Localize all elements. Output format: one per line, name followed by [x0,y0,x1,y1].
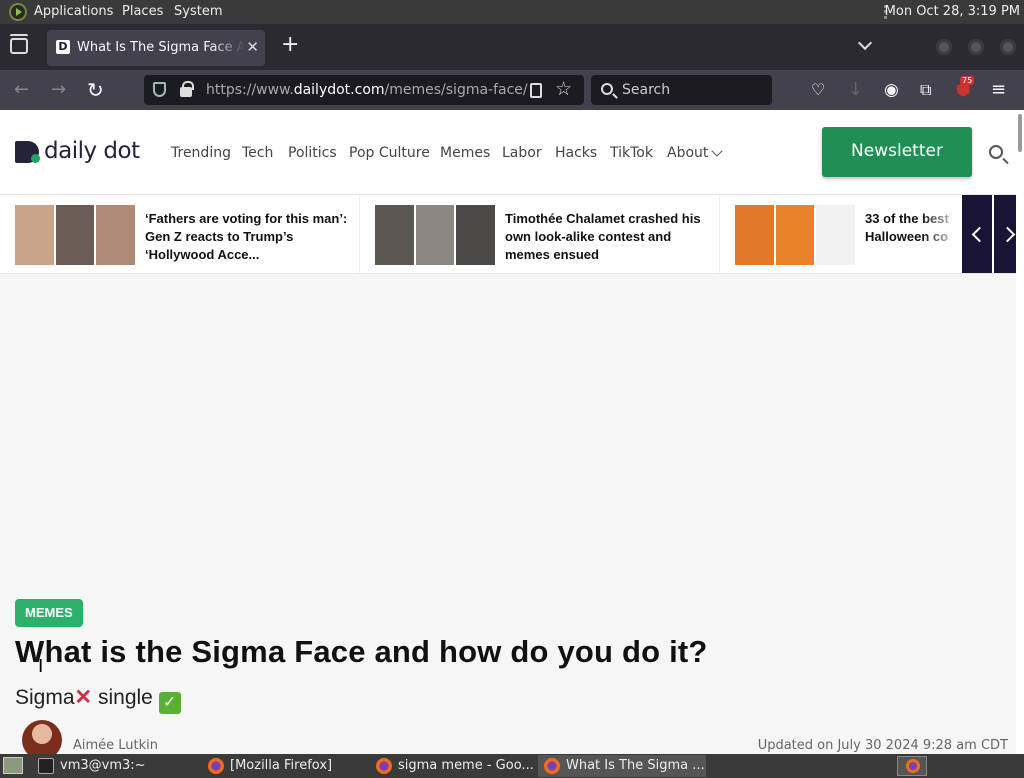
applications-menu[interactable]: Applications [34,4,113,19]
site-search-icon[interactable] [989,145,1003,159]
show-desktop-icon[interactable] [3,757,23,774]
browser-nav-bar: ← → ↻ https://www.dailydot.com/memes/sig… [0,70,1024,110]
forward-arrow-icon[interactable]: → [51,80,66,100]
dailydot-favicon-icon: D [56,40,70,54]
browser-tab-active[interactable]: D What Is The Sigma Face And How Do You … [47,30,265,66]
nav-trending[interactable]: Trending [171,145,231,161]
workspace-switcher[interactable] [897,756,927,776]
story-title[interactable]: Timothée Chalamet crashed his own look-a… [505,210,710,264]
clock[interactable]: Mon Oct 28, 3:19 PM [885,4,1020,19]
taskbar-item-firefox[interactable]: [Mozilla Firefox] [202,755,368,777]
firefox-icon [544,758,560,774]
tab-title: What Is The Sigma Face And How Do You Do… [77,40,245,55]
story-title[interactable]: ‘Fathers are voting for this man’: Gen Z… [145,210,350,264]
close-window-button[interactable] [1000,39,1016,55]
extensions-icon[interactable]: ⧉ [920,80,931,100]
story-thumbnail [735,205,856,265]
account-icon[interactable]: ◉ [884,80,899,100]
nav-labor[interactable]: Labor [502,145,542,161]
tab-close-icon[interactable]: ✕ [246,38,259,56]
category-badge[interactable]: MEMES [15,599,83,627]
search-placeholder: Search [622,82,671,98]
downloads-icon[interactable]: ↓ [848,80,863,100]
taskbar-item-terminal[interactable]: vm3@vm3:~ [32,755,200,777]
firefox-icon [208,758,224,774]
gnome-foot-icon[interactable] [9,3,27,21]
check-mark-icon: ✓ [158,692,181,714]
lock-icon[interactable] [180,81,194,97]
updated-timestamp: Updated on July 30 2024 9:28 am CDT [757,738,1008,753]
site-header: daily dot Trending Tech Politics Pop Cul… [0,110,1016,194]
nav-politics[interactable]: Politics [288,145,337,161]
trending-story[interactable]: 33 of the best Halloween co [720,195,962,273]
firefox-icon [376,758,392,774]
system-menu[interactable]: System [174,4,222,19]
reload-icon[interactable]: ↻ [87,80,104,100]
maximize-window-button[interactable] [968,39,984,55]
cross-mark-icon: ✕ [74,686,93,709]
page-scrollbar[interactable] [1016,110,1024,754]
pocket-icon[interactable]: ♡ [811,80,825,100]
trending-story[interactable]: Timothée Chalamet crashed his own look-a… [360,195,720,273]
author-name[interactable]: Aimée Lutkin [73,738,158,753]
chevron-down-icon[interactable] [857,35,873,51]
search-icon [601,83,613,95]
daily-dot-logo-icon[interactable] [15,141,40,163]
minimize-window-button[interactable] [936,39,952,55]
text-cursor-icon: I [38,656,44,677]
nav-hacks[interactable]: Hacks [555,145,597,161]
browser-tab-bar: D What Is The Sigma Face And How Do You … [0,24,1024,70]
trending-story[interactable]: ‘Fathers are voting for this man’: Gen Z… [0,195,360,273]
tracking-protection-shield-icon[interactable] [153,82,166,97]
terminal-icon [38,758,54,774]
nav-memes[interactable]: Memes [440,145,490,161]
site-logo-text[interactable]: daily dot [44,138,140,164]
taskbar-item-dailydot[interactable]: What Is The Sigma ... [538,755,706,777]
system-top-panel: Applications Places System Mon Oct 28, 3… [0,0,1024,24]
scrollbar-thumb[interactable] [1018,114,1022,152]
web-page: daily dot Trending Tech Politics Pop Cul… [0,110,1024,754]
firefox-icon [906,759,920,773]
nav-about[interactable]: About [667,145,708,161]
newsletter-button[interactable]: Newsletter [822,127,972,177]
taskbar-item-google[interactable]: sigma meme - Goo... [370,755,536,777]
reader-view-icon[interactable] [530,83,542,98]
story-fade [922,195,962,273]
story-thumbnail [15,205,136,265]
system-taskbar: vm3@vm3:~ [Mozilla Firefox] sigma meme -… [0,754,1024,778]
ublock-count-badge: 75 [960,76,975,85]
hamburger-menu-icon[interactable]: ≡ [991,80,1006,100]
author-avatar[interactable] [22,720,62,754]
carousel-next-button[interactable] [994,195,1016,273]
trending-carousel: ‘Fathers are voting for this man’: Gen Z… [0,194,1016,274]
chevron-down-icon[interactable] [711,145,723,157]
back-arrow-icon[interactable]: ← [14,80,29,100]
nav-tech[interactable]: Tech [242,145,273,161]
url-text[interactable]: https://www.dailydot.com/memes/sigma-fac… [206,82,528,98]
new-tab-icon[interactable]: + [281,34,299,56]
carousel-prev-button[interactable] [962,195,992,273]
nav-pop-culture[interactable]: Pop Culture [349,145,430,161]
tab-overview-icon[interactable] [10,34,28,54]
search-input[interactable]: Search [591,75,772,105]
address-bar[interactable]: https://www.dailydot.com/memes/sigma-fac… [144,75,584,105]
nav-tiktok[interactable]: TikTok [610,145,653,161]
article-headline: What is the Sigma Face and how do you do… [15,634,708,669]
story-thumbnail [375,205,496,265]
places-menu[interactable]: Places [122,4,163,19]
bookmark-star-icon[interactable]: ☆ [555,78,572,100]
article-subhead: Sigma✕ single ✓ [15,685,181,714]
